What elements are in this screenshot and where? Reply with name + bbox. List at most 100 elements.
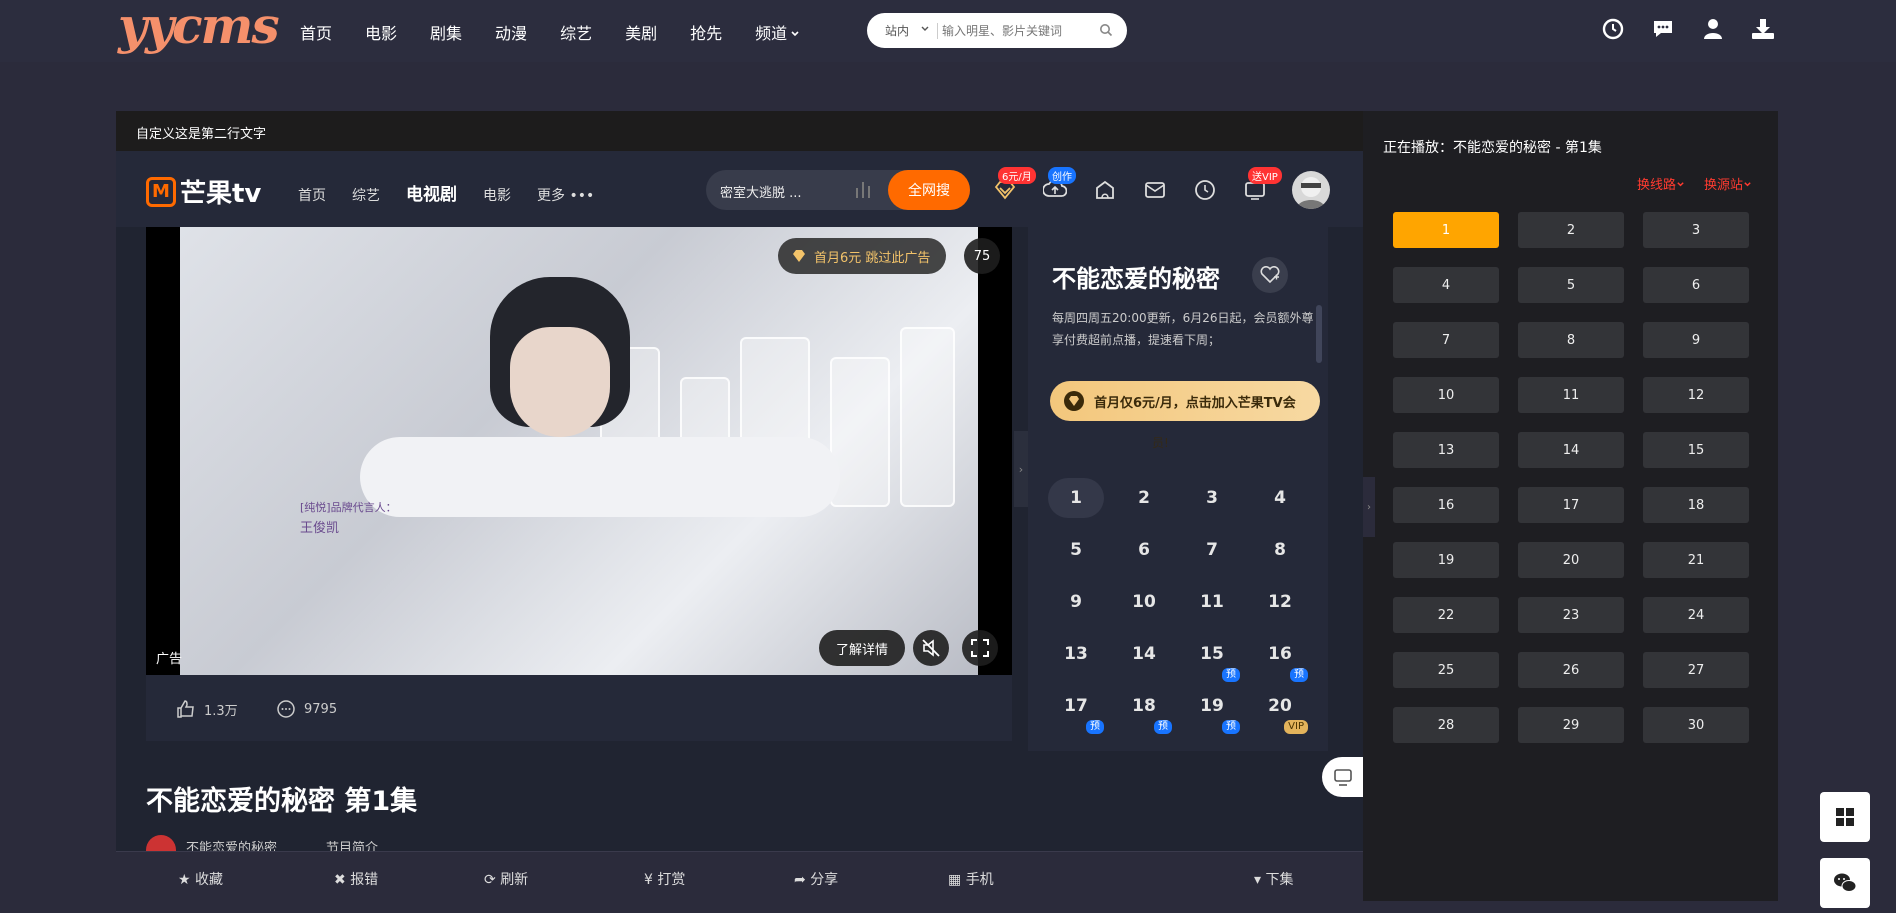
playlist-episode-button[interactable]: 27 — [1643, 652, 1749, 688]
mango-search-input[interactable]: 密室大逃脱 ... — [720, 182, 802, 201]
search-input[interactable] — [942, 20, 1097, 42]
playlist-episode-button[interactable]: 25 — [1393, 652, 1499, 688]
user-icon[interactable] — [1700, 16, 1726, 42]
episode-item[interactable]: 7 — [1184, 530, 1240, 570]
playlist-episode-button[interactable]: 9 — [1643, 322, 1749, 358]
episode-item[interactable]: 12 — [1252, 582, 1308, 622]
search-icon[interactable] — [1099, 23, 1113, 37]
clock-icon[interactable] — [1192, 177, 1218, 203]
playlist-episode-button[interactable]: 1 — [1393, 212, 1499, 248]
show-intro-toggle[interactable]: 节目简介 — [326, 837, 378, 851]
windows-download-button[interactable] — [1820, 792, 1870, 842]
panel-collapse-handle[interactable]: › — [1014, 431, 1028, 507]
playlist-episode-button[interactable]: 2 — [1518, 212, 1624, 248]
favorite-action[interactable]: ★ 收藏 — [178, 869, 223, 889]
nav-anime[interactable]: 动漫 — [495, 20, 527, 44]
episode-item[interactable]: 6 — [1116, 530, 1172, 570]
playlist-episode-button[interactable]: 28 — [1393, 707, 1499, 743]
nav-channel[interactable]: 频道 — [755, 20, 800, 44]
episode-item[interactable]: 13 — [1048, 634, 1104, 674]
episode-item[interactable]: 1 — [1048, 478, 1104, 518]
avatar[interactable] — [1292, 171, 1330, 209]
refresh-action[interactable]: ⟳ 刷新 — [484, 869, 528, 889]
like-button[interactable]: 1.3万 — [176, 699, 238, 719]
switch-source-button[interactable]: 换源站 — [1704, 174, 1752, 193]
playlist-episode-button[interactable]: 7 — [1393, 322, 1499, 358]
playlist-episode-button[interactable]: 15 — [1643, 432, 1749, 468]
episode-item[interactable]: 19 预 — [1184, 686, 1240, 734]
fullscreen-icon[interactable] — [962, 630, 998, 666]
playlist-episode-button[interactable]: 18 — [1643, 487, 1749, 523]
mute-icon[interactable] — [913, 630, 949, 666]
playlist-episode-button[interactable]: 16 — [1393, 487, 1499, 523]
mango-nav-variety[interactable]: 综艺 — [352, 185, 380, 205]
nav-movies[interactable]: 电影 — [365, 20, 397, 44]
nav-home[interactable]: 首页 — [300, 20, 332, 44]
playlist-episode-button[interactable]: 4 — [1393, 267, 1499, 303]
mango-nav-tv[interactable]: 电视剧 — [406, 180, 457, 205]
episode-item[interactable]: 14 — [1116, 634, 1172, 674]
playlist-episode-button[interactable]: 24 — [1643, 597, 1749, 633]
video-player[interactable]: [纯悦]品牌代言人： 王俊凯 首月6元 跳过此广告 75 广告 了解详情 — [146, 227, 1012, 675]
episode-item[interactable]: 2 — [1116, 478, 1172, 518]
episode-item[interactable]: 9 — [1048, 582, 1104, 622]
search-scope-select[interactable]: 站内 — [885, 22, 909, 39]
episode-item[interactable]: 20 VIP — [1252, 686, 1308, 734]
episode-item[interactable]: 10 — [1116, 582, 1172, 622]
report-error-action[interactable]: ✖ 报错 — [334, 869, 378, 889]
site-logo[interactable]: yycms — [118, 0, 280, 52]
episode-item[interactable]: 18 预 — [1116, 686, 1172, 734]
mango-nav-home[interactable]: 首页 — [298, 185, 326, 205]
mobile-action[interactable]: ▦ 手机 — [948, 869, 994, 889]
playlist-episode-button[interactable]: 17 — [1518, 487, 1624, 523]
playlist-episode-button[interactable]: 22 — [1393, 597, 1499, 633]
playlist-episode-button[interactable]: 23 — [1518, 597, 1624, 633]
playlist-episode-button[interactable]: 3 — [1643, 212, 1749, 248]
mango-nav-more[interactable]: 更多 ••• — [537, 185, 594, 205]
playlist-episode-button[interactable]: 13 — [1393, 432, 1499, 468]
chat-icon[interactable] — [1650, 16, 1676, 42]
favorite-button[interactable] — [1252, 257, 1288, 293]
episode-item[interactable]: 11 — [1184, 582, 1240, 622]
home-icon[interactable] — [1092, 177, 1118, 203]
nav-us-drama[interactable]: 美剧 — [625, 20, 657, 44]
playlist-episode-button[interactable]: 20 — [1518, 542, 1624, 578]
tv-icon[interactable]: 送VIP — [1242, 167, 1282, 203]
playlist-episode-button[interactable]: 19 — [1393, 542, 1499, 578]
mail-icon[interactable] — [1142, 177, 1168, 203]
episode-item[interactable]: 16 预 — [1252, 634, 1308, 682]
episode-item[interactable]: 8 — [1252, 530, 1308, 570]
playlist-episode-button[interactable]: 21 — [1643, 542, 1749, 578]
comment-button[interactable]: 9795 — [276, 699, 337, 719]
show-avatar[interactable] — [146, 835, 176, 851]
next-episode-action[interactable]: ▾ 下集 — [1254, 869, 1293, 889]
learn-more-button[interactable]: 了解详情 — [819, 630, 905, 666]
playlist-episode-button[interactable]: 11 — [1518, 377, 1624, 413]
download-icon[interactable] — [1750, 16, 1776, 42]
playlist-episode-button[interactable]: 30 — [1643, 707, 1749, 743]
history-icon[interactable] — [1600, 16, 1626, 42]
playlist-episode-button[interactable]: 12 — [1643, 377, 1749, 413]
vip-diamond-icon[interactable]: 6元/月 — [992, 167, 1036, 203]
playlist-episode-button[interactable]: 8 — [1518, 322, 1624, 358]
mango-search-button[interactable]: 全网搜 — [888, 170, 970, 210]
show-name[interactable]: 不能恋爱的秘密 — [186, 837, 277, 851]
playlist-episode-button[interactable]: 14 — [1518, 432, 1624, 468]
episode-item[interactable]: 3 — [1184, 478, 1240, 518]
sidebar-toggle-handle[interactable]: › — [1363, 477, 1375, 537]
playlist-episode-button[interactable]: 5 — [1518, 267, 1624, 303]
playlist-episode-button[interactable]: 26 — [1518, 652, 1624, 688]
nav-variety[interactable]: 综艺 — [560, 20, 592, 44]
wechat-button[interactable] — [1820, 858, 1870, 908]
tip-action[interactable]: ¥ 打赏 — [644, 869, 685, 889]
skip-ad-button[interactable]: 首月6元 跳过此广告 — [778, 238, 947, 274]
episode-item[interactable]: 4 — [1252, 478, 1308, 518]
vip-join-button[interactable]: 首月仅6元/月，点击加入芒果TV会 — [1050, 381, 1320, 421]
mango-nav-movies[interactable]: 电影 — [483, 185, 511, 205]
scrollbar[interactable] — [1316, 305, 1322, 363]
nav-series[interactable]: 剧集 — [430, 20, 462, 44]
playlist-episode-button[interactable]: 29 — [1518, 707, 1624, 743]
danmaku-float-button[interactable] — [1322, 757, 1363, 797]
playlist-episode-button[interactable]: 6 — [1643, 267, 1749, 303]
episode-item[interactable]: 17 预 — [1048, 686, 1104, 734]
